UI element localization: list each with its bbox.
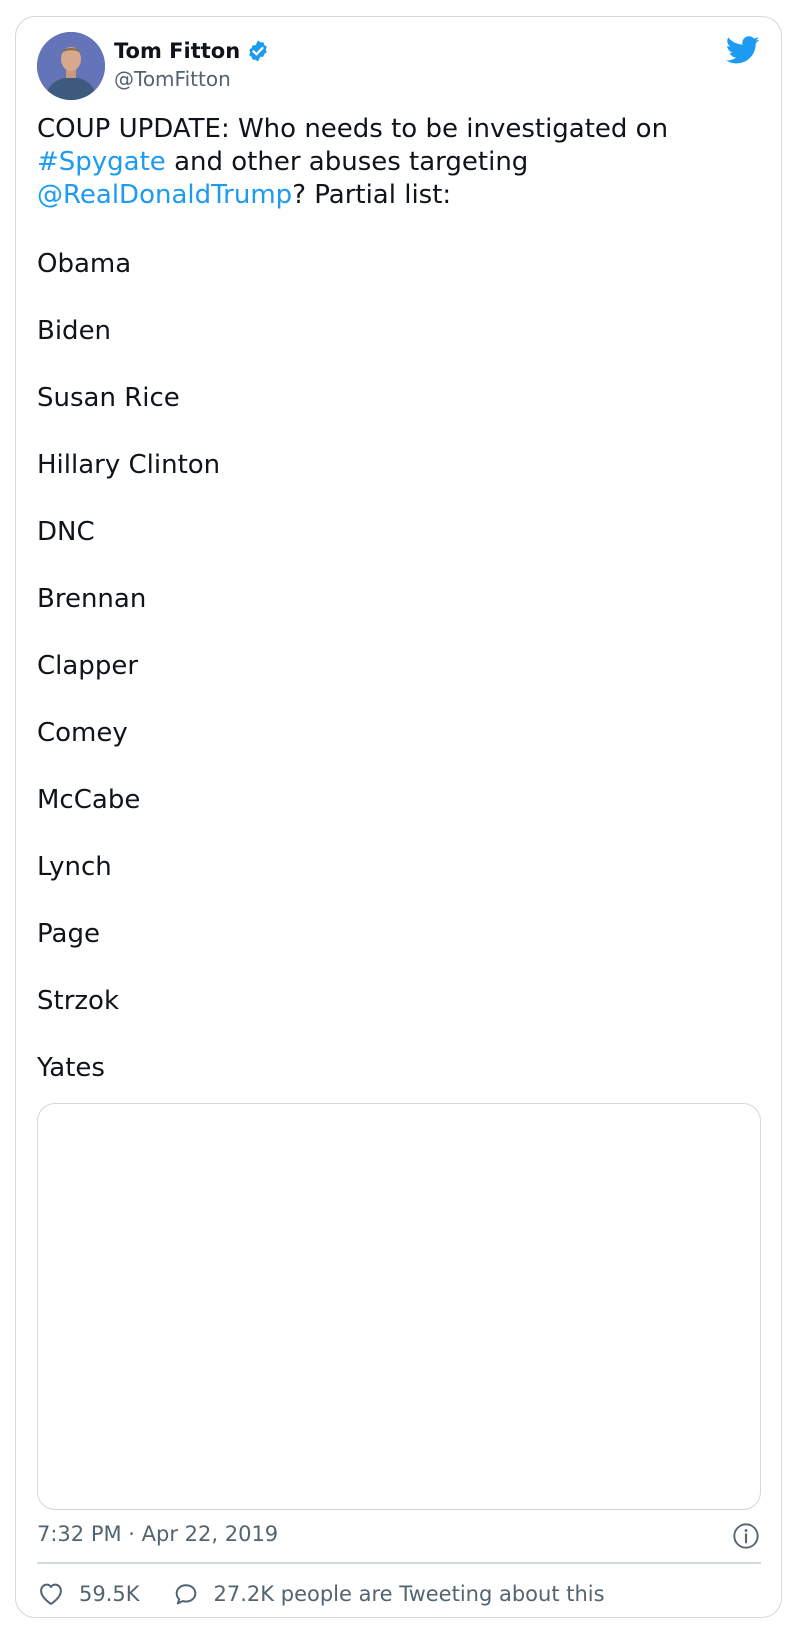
list-item: Susan Rice — [37, 383, 180, 413]
tweet-text: COUP UPDATE: Who needs to be investigate… — [37, 113, 747, 212]
list-item: Strzok — [37, 986, 119, 1016]
mention-link[interactable]: @RealDonaldTrump — [37, 180, 292, 210]
tweet-card: Tom Fitton @TomFitton COUP UPDATE: Who n… — [15, 16, 782, 1618]
info-icon[interactable] — [732, 1522, 760, 1550]
tweet-text-middle: and other abuses targeting — [165, 147, 529, 177]
author-name-row[interactable]: Tom Fitton — [114, 39, 270, 63]
list-item: Clapper — [37, 651, 139, 681]
list-item: Lynch — [37, 852, 112, 882]
name-list: Obama Biden Susan Rice Hillary Clinton D… — [37, 248, 220, 1119]
list-item: Comey — [37, 718, 128, 748]
conversation-text: 27.2K people are Tweeting about this — [213, 1582, 605, 1606]
list-item: Hillary Clinton — [37, 450, 221, 480]
verified-badge-icon — [246, 39, 270, 63]
like-button[interactable]: 59.5K — [37, 1580, 140, 1608]
hashtag-link[interactable]: #Spygate — [37, 147, 166, 177]
avatar-image — [37, 32, 105, 100]
divider — [37, 1562, 761, 1564]
list-item: Page — [37, 919, 100, 949]
tweet-text-tail: ? Partial list: — [292, 180, 452, 210]
list-item: DNC — [37, 517, 95, 547]
author-display-name[interactable]: Tom Fitton — [114, 39, 240, 63]
tweet-timestamp[interactable]: 7:32 PM · Apr 22, 2019 — [37, 1522, 278, 1546]
author-handle[interactable]: @TomFitton — [114, 67, 231, 91]
heart-icon — [37, 1580, 65, 1608]
engagement-bar: 59.5K 27.2K people are Tweeting about th… — [37, 1580, 637, 1608]
list-item: Biden — [37, 316, 112, 346]
tweet-text-lead: COUP UPDATE: Who needs to be investigate… — [37, 114, 669, 144]
avatar[interactable] — [37, 32, 105, 100]
list-item: Brennan — [37, 584, 147, 614]
media-placeholder[interactable] — [37, 1103, 761, 1510]
speech-bubble-icon — [172, 1580, 200, 1608]
bird-icon[interactable] — [725, 33, 760, 67]
list-item: Obama — [37, 249, 132, 279]
like-count: 59.5K — [79, 1582, 140, 1606]
conversation-link[interactable]: 27.2K people are Tweeting about this — [172, 1580, 605, 1608]
list-item: McCabe — [37, 785, 141, 815]
